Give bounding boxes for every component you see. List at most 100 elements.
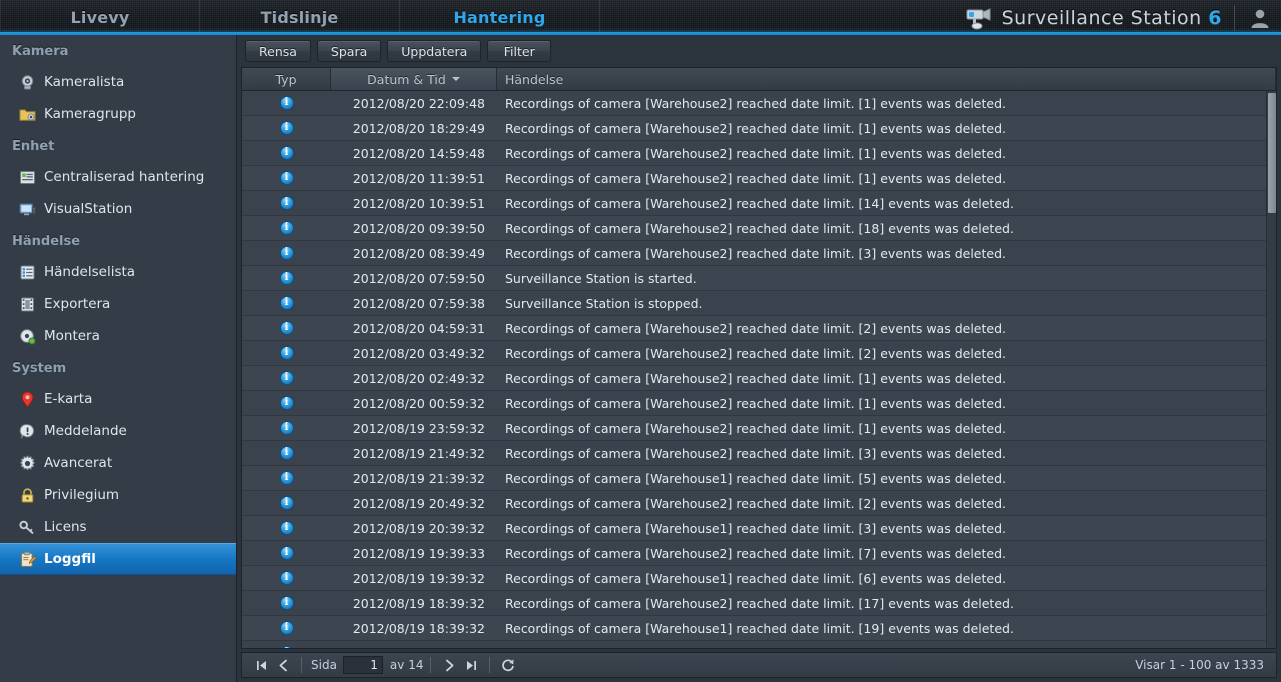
server-list-icon xyxy=(18,168,36,186)
cell-datetime: 2012/08/19 19:39:33 xyxy=(352,545,485,561)
cell-event: Recordings of camera [Warehouse2] reache… xyxy=(505,245,1006,261)
table-row[interactable]: i 2012/08/19 20:49:32 Recordings of camera… xyxy=(242,491,1276,516)
table-row[interactable]: i 2012/08/19 20:39:32 Recordings of camera… xyxy=(242,516,1276,541)
filmstrip-icon xyxy=(18,295,36,313)
sidebar-item-exportera[interactable]: Exportera xyxy=(0,288,236,320)
cell-event: Recordings of camera [Warehouse2] reache… xyxy=(505,170,1006,186)
cell-datetime: 2012/08/19 21:49:32 xyxy=(352,445,485,461)
table-row[interactable]: i 2012/08/20 00:59:32 Recordings of camera… xyxy=(242,391,1276,416)
column-header-label: Typ xyxy=(275,71,297,87)
cell-datetime: 2012/08/20 18:29:49 xyxy=(352,120,485,136)
table-row[interactable]: i 2012/08/19 21:49:32 Recordings of camera… xyxy=(242,441,1276,466)
nav-tab-hantering[interactable]: Hantering xyxy=(400,0,600,35)
info-icon: i xyxy=(279,621,294,635)
user-avatar-icon[interactable] xyxy=(1247,5,1273,31)
cell-event: Recordings of camera [Warehouse2] reache… xyxy=(505,595,1014,611)
cell-event: Recordings of camera [Warehouse2] reache… xyxy=(505,420,1006,436)
clear-button[interactable]: Rensa xyxy=(245,40,311,62)
sidebar: Kamera Kameralista Kameragrupp Enhet Cen… xyxy=(0,35,237,682)
sidebar-item-kameralista[interactable]: Kameralista xyxy=(0,66,236,98)
info-icon: i xyxy=(279,371,294,385)
brand-name: Surveillance Station xyxy=(1001,6,1202,29)
sidebar-item-centraliserad-hantering[interactable]: Centraliserad hantering xyxy=(0,161,236,193)
sidebar-item-avancerat[interactable]: Avancerat xyxy=(0,447,236,479)
notification-icon xyxy=(18,422,36,440)
page-label: Sida xyxy=(311,658,337,672)
page-total-label: av 14 xyxy=(389,658,424,672)
cell-event: Recordings of camera [Warehouse2] reache… xyxy=(505,495,1006,511)
sidebar-item-visualstation[interactable]: VisualStation xyxy=(0,193,236,225)
column-header-type[interactable]: Typ xyxy=(242,68,331,90)
info-icon: i xyxy=(279,171,294,185)
page-number-input[interactable] xyxy=(342,656,383,674)
sidebar-item-montera[interactable]: Montera xyxy=(0,320,236,352)
cell-type: i xyxy=(242,171,331,185)
table-row[interactable]: i 2012/08/19 19:39:32 Recordings of camera… xyxy=(242,566,1276,591)
table-row[interactable]: i 2012/08/20 18:29:49 Recordings of camera… xyxy=(242,116,1276,141)
scrollbar-thumb[interactable] xyxy=(1268,93,1276,213)
disc-icon xyxy=(18,327,36,345)
nav-tab-livevy[interactable]: Livevy xyxy=(0,0,200,35)
map-pin-icon xyxy=(18,390,36,408)
table-row[interactable]: i 2012/08/19 23:59:32 Recordings of camera… xyxy=(242,416,1276,441)
table-row[interactable]: i 2012/08/20 14:59:48 Recordings of camera… xyxy=(242,141,1276,166)
cell-datetime: 2012/08/20 04:59:31 xyxy=(352,320,485,336)
table-row[interactable]: i 2012/08/20 22:09:48 Recordings of camera… xyxy=(242,91,1276,116)
sidebar-item-loggfil[interactable]: Loggfil xyxy=(0,543,236,575)
info-icon: i xyxy=(279,271,294,285)
last-page-icon[interactable] xyxy=(460,655,482,675)
table-row[interactable]: i 2012/08/20 07:59:38 Surveillance Station… xyxy=(242,291,1276,316)
info-icon: i xyxy=(279,571,294,585)
table-row[interactable]: i 2012/08/20 02:49:32 Recordings of camera… xyxy=(242,366,1276,391)
first-page-icon[interactable] xyxy=(250,655,272,675)
save-button[interactable]: Spara xyxy=(316,40,382,62)
cell-datetime: 2012/08/20 07:59:38 xyxy=(352,295,485,311)
log-table: Typ Datum & Tid Händelse i 2012/08/20 22:… xyxy=(241,67,1277,649)
column-header-datetime[interactable]: Datum & Tid xyxy=(331,68,497,90)
cell-event: Recordings of camera [Warehouse2] reache… xyxy=(505,395,1006,411)
table-row[interactable]: i 2012/08/19 21:39:32 Recordings of camera… xyxy=(242,466,1276,491)
cell-type: i xyxy=(242,571,331,585)
table-row[interactable]: i 2012/08/19 18:39:32 Recordings of camera… xyxy=(242,591,1276,616)
reload-icon[interactable] xyxy=(497,655,519,675)
refresh-button[interactable]: Uppdatera xyxy=(387,40,482,62)
nav-tab-tidslinje[interactable]: Tidslinje xyxy=(200,0,400,35)
column-header-event[interactable]: Händelse xyxy=(497,68,1276,90)
record-count-status: Visar 1 - 100 av 1333 xyxy=(1135,658,1264,672)
sidebar-item-handelselista[interactable]: Händelselista xyxy=(0,256,236,288)
next-page-icon[interactable] xyxy=(438,655,460,675)
vertical-scrollbar[interactable] xyxy=(1266,91,1276,648)
sidebar-item-privilegium[interactable]: Privilegium xyxy=(0,479,236,511)
cell-event: Recordings of camera [Warehouse2] reache… xyxy=(505,345,1006,361)
table-row[interactable]: i xyxy=(242,641,1276,648)
filter-button[interactable]: Filter xyxy=(487,40,552,62)
table-row[interactable]: i 2012/08/20 11:39:51 Recordings of camera… xyxy=(242,166,1276,191)
table-row[interactable]: i 2012/08/20 03:49:32 Recordings of camera… xyxy=(242,341,1276,366)
cell-type: i xyxy=(242,271,331,285)
table-body[interactable]: i 2012/08/20 22:09:48 Recordings of camera… xyxy=(242,91,1276,648)
cell-event: Recordings of camera [Warehouse1] reache… xyxy=(505,570,1006,586)
table-row[interactable]: i 2012/08/20 04:59:31 Recordings of camera… xyxy=(242,316,1276,341)
cell-type: i xyxy=(242,646,331,648)
sidebar-item-label: Kameralista xyxy=(44,74,125,90)
table-row[interactable]: i 2012/08/20 09:39:50 Recordings of camera… xyxy=(242,216,1276,241)
table-row[interactable]: i 2012/08/20 08:39:49 Recordings of camera… xyxy=(242,241,1276,266)
cell-type: i xyxy=(242,596,331,610)
info-icon: i xyxy=(279,496,294,510)
cell-datetime: 2012/08/19 20:49:32 xyxy=(352,495,485,511)
cell-datetime: 2012/08/19 18:39:32 xyxy=(352,620,485,636)
sidebar-item-e-karta[interactable]: E-karta xyxy=(0,383,236,415)
sidebar-item-kameragrupp[interactable]: Kameragrupp xyxy=(0,98,236,130)
prev-page-icon[interactable] xyxy=(272,655,294,675)
main-panel: Rensa Spara Uppdatera Filter Typ Datum &… xyxy=(237,35,1281,682)
cell-datetime: 2012/08/20 03:49:32 xyxy=(352,345,485,361)
table-row[interactable]: i 2012/08/20 10:39:51 Recordings of camera… xyxy=(242,191,1276,216)
table-row[interactable]: i 2012/08/19 19:39:33 Recordings of camera… xyxy=(242,541,1276,566)
table-row[interactable]: i 2012/08/19 18:39:32 Recordings of camera… xyxy=(242,616,1276,641)
table-row[interactable]: i 2012/08/20 07:59:50 Surveillance Station… xyxy=(242,266,1276,291)
sidebar-item-meddelande[interactable]: Meddelande xyxy=(0,415,236,447)
cell-datetime: 2012/08/19 23:59:32 xyxy=(352,420,485,436)
sidebar-item-licens[interactable]: Licens xyxy=(0,511,236,543)
sidebar-item-label: Kameragrupp xyxy=(44,106,136,122)
cell-event: Recordings of camera [Warehouse2] reache… xyxy=(505,545,1006,561)
